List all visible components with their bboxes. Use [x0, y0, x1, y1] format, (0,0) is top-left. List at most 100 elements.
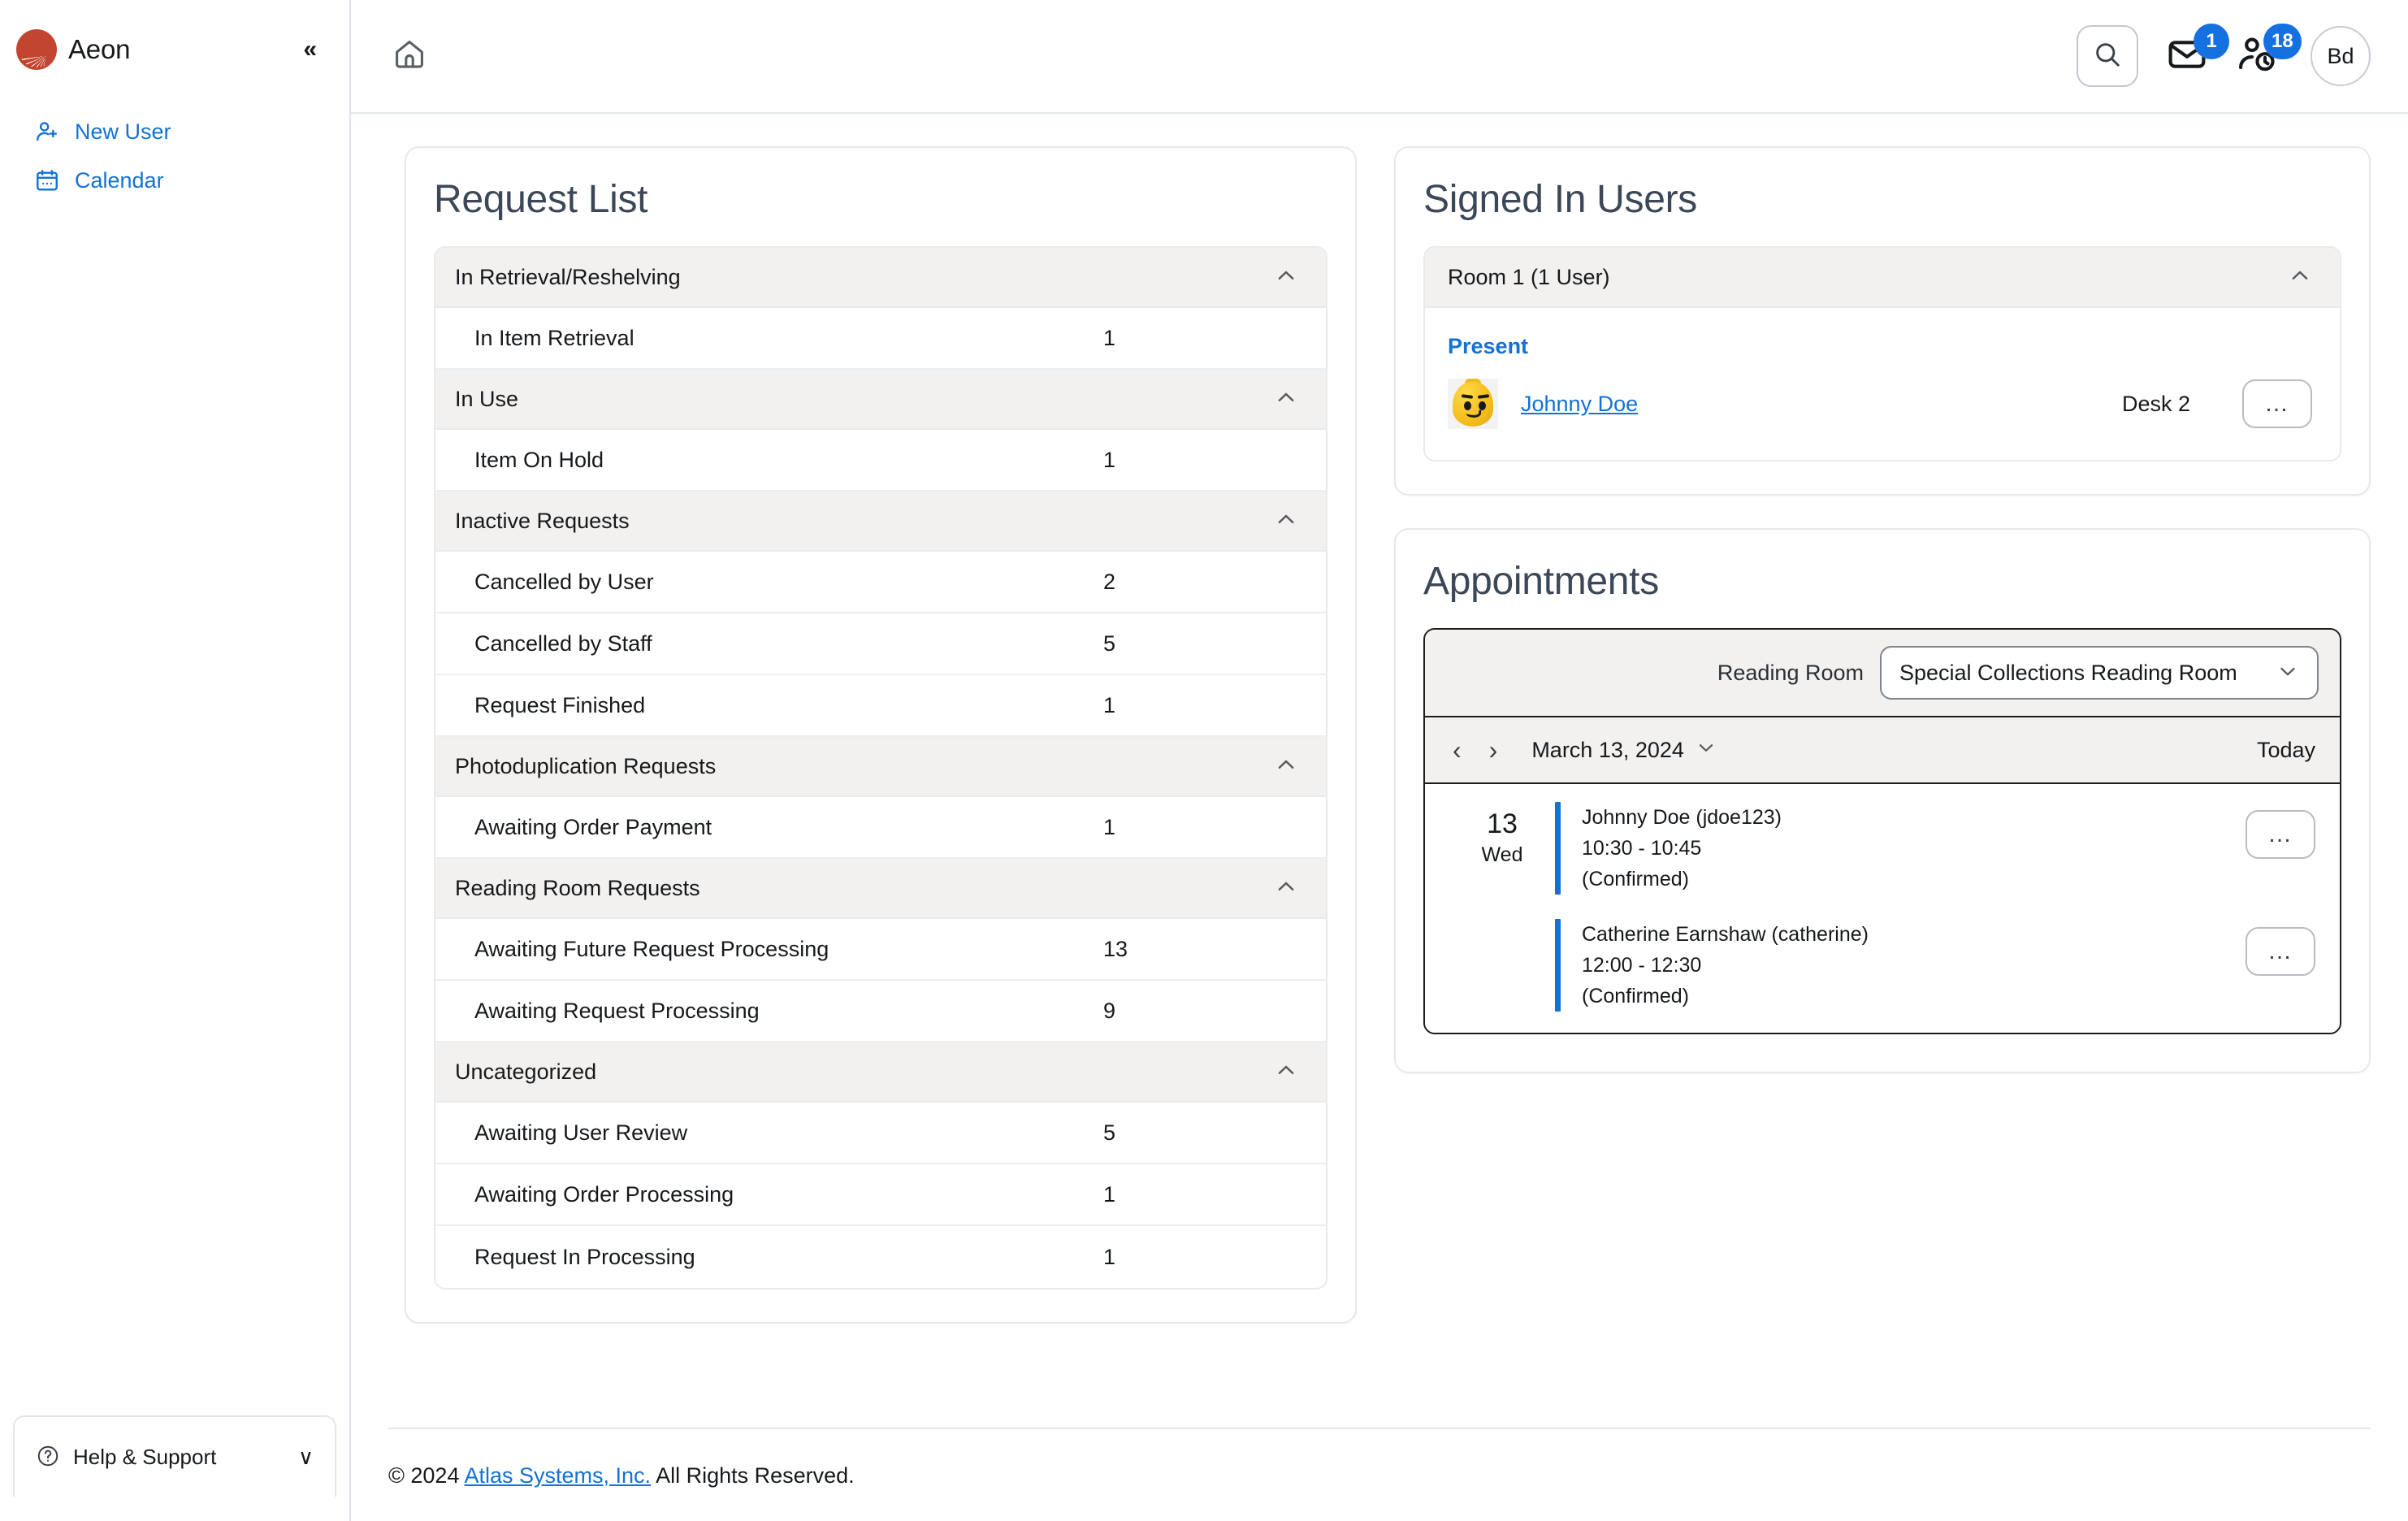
- request-list-card: Request List In Retrieval/Reshelving In …: [405, 146, 1357, 1324]
- row-count: 9: [1103, 998, 1116, 1023]
- row-count: 1: [1103, 692, 1116, 717]
- reading-room-selected-value: Special Collections Reading Room: [1899, 660, 2237, 685]
- row-label: Cancelled by User: [474, 569, 654, 594]
- list-item: Catherine Earnshaw (catherine) 12:00 - 1…: [1555, 919, 2315, 1012]
- appointment-time: 12:00 - 12:30: [1582, 954, 1702, 977]
- chevron-up-icon: [1274, 263, 1298, 292]
- table-row[interactable]: Cancelled by User 2: [435, 552, 1326, 613]
- sidebar-bottom: Help & Support ∨: [0, 1415, 349, 1521]
- home-button[interactable]: [387, 33, 432, 79]
- signed-in-users-card: Signed In Users Room 1 (1 User) Present: [1394, 146, 2371, 496]
- accordion-header-photoduplication-requests[interactable]: Photoduplication Requests: [435, 737, 1326, 797]
- accordion-header-uncategorized[interactable]: Uncategorized: [435, 1042, 1326, 1103]
- row-label: Awaiting Order Processing: [474, 1181, 734, 1207]
- user-actions-menu-button[interactable]: …: [2242, 379, 2312, 428]
- pending-users-button[interactable]: 18: [2236, 23, 2302, 80]
- chevron-up-icon: [2288, 263, 2312, 292]
- appointments-list: Johnny Doe (jdoe123) 10:30 - 10:45 (Conf…: [1555, 802, 2315, 1012]
- table-row[interactable]: Cancelled by Staff 5: [435, 613, 1326, 675]
- room-label: Room 1 (1 User): [1448, 264, 1610, 289]
- table-row[interactable]: Awaiting User Review 5: [435, 1103, 1326, 1164]
- user-avatar-button[interactable]: Bd: [2311, 26, 2371, 86]
- appointment-day-column: 13 Wed: [1449, 802, 1555, 1012]
- accordion-title: Inactive Requests: [455, 508, 630, 533]
- sidebar-collapse-button[interactable]: «: [295, 32, 325, 67]
- table-row[interactable]: Awaiting Request Processing 9: [435, 981, 1326, 1042]
- reading-room-label: Reading Room: [1717, 660, 1864, 685]
- appointment-status: (Confirmed): [1582, 985, 1689, 1008]
- row-count: 2: [1103, 569, 1116, 594]
- appointment-time: 10:30 - 10:45: [1582, 837, 1702, 860]
- home-icon: [392, 37, 427, 76]
- current-date-label: March 13, 2024: [1531, 737, 1684, 762]
- accordion-title: Uncategorized: [455, 1059, 597, 1084]
- signed-in-users-title: Signed In Users: [1423, 178, 1698, 221]
- search-icon: [2092, 39, 2123, 74]
- previous-day-button[interactable]: ‹: [1446, 735, 1468, 765]
- reading-room-select[interactable]: Special Collections Reading Room: [1880, 646, 2319, 700]
- messages-button[interactable]: 1: [2166, 23, 2229, 80]
- status-badge: Present: [1448, 334, 1529, 358]
- sidebar-nav: New User Calendar: [0, 99, 349, 205]
- table-row[interactable]: Item On Hold 1: [435, 430, 1326, 492]
- sidebar-item-new-user[interactable]: New User: [0, 107, 349, 156]
- appointments-card: Appointments Reading Room Special Collec…: [1394, 528, 2371, 1073]
- row-label: Cancelled by Staff: [474, 630, 652, 656]
- user-plus-icon: [34, 119, 60, 145]
- table-row[interactable]: Awaiting Order Payment 1: [435, 797, 1326, 859]
- date-picker-button[interactable]: March 13, 2024: [1531, 737, 1717, 764]
- table-row[interactable]: Awaiting Order Processing 1: [435, 1164, 1326, 1226]
- appointments-filter-row: Reading Room Special Collections Reading…: [1425, 630, 2340, 717]
- row-count: 1: [1103, 1181, 1116, 1207]
- sidebar-item-label: New User: [75, 119, 171, 144]
- request-list-column: Request List In Retrieval/Reshelving In …: [405, 146, 1357, 1324]
- accordion-header-inactive-requests[interactable]: Inactive Requests: [435, 492, 1326, 552]
- user-name-link[interactable]: Johnny Doe: [1521, 392, 1638, 417]
- day-number: 13: [1487, 808, 1518, 839]
- messages-badge: 1: [2194, 23, 2229, 59]
- calendar-icon: [34, 167, 60, 193]
- main-content: Request List In Retrieval/Reshelving In …: [351, 114, 2408, 1428]
- list-item: Johnny Doe Desk 2 …: [1448, 375, 2312, 437]
- atlas-systems-link[interactable]: Atlas Systems, Inc.: [464, 1463, 651, 1488]
- row-label: Awaiting Request Processing: [474, 998, 760, 1023]
- chevron-up-icon: [1274, 752, 1298, 781]
- help-and-support-button[interactable]: Help & Support ∨: [13, 1415, 336, 1497]
- next-day-button[interactable]: ›: [1483, 735, 1505, 765]
- appointment-actions-menu-button[interactable]: …: [2246, 927, 2315, 976]
- chevron-down-icon: [1696, 737, 1717, 764]
- copyright-text: © 2024 Atlas Systems, Inc. All Rights Re…: [388, 1463, 2371, 1488]
- appointments-title: Appointments: [1423, 560, 1659, 603]
- appointment-details: Catherine Earnshaw (catherine) 12:00 - 1…: [1582, 919, 2224, 1012]
- accordion-header-room-1[interactable]: Room 1 (1 User): [1425, 248, 2340, 308]
- appointment-color-bar: [1555, 919, 1561, 1012]
- table-row[interactable]: In Item Retrieval 1: [435, 308, 1326, 370]
- sidebar-item-calendar[interactable]: Calendar: [0, 156, 349, 205]
- appointments-body: 13 Wed Johnny Doe (jdoe123) 10:30 - 10:4…: [1425, 784, 2340, 1033]
- pending-users-badge: 18: [2263, 23, 2302, 59]
- page-title: Request List: [434, 178, 648, 221]
- copyright-suffix: All Rights Reserved.: [651, 1463, 855, 1488]
- row-label: Awaiting User Review: [474, 1120, 688, 1145]
- chevron-up-icon: [1274, 385, 1298, 414]
- appointment-actions-menu-button[interactable]: …: [2246, 810, 2315, 859]
- table-row[interactable]: Request Finished 1: [435, 675, 1326, 737]
- today-button[interactable]: Today: [2257, 738, 2315, 763]
- copyright-prefix: © 2024: [388, 1463, 465, 1488]
- brand-name: Aeon: [68, 34, 131, 64]
- appointment-user: Johnny Doe (jdoe123): [1582, 806, 1782, 829]
- question-circle-icon: [36, 1444, 62, 1470]
- search-button[interactable]: [2077, 25, 2138, 87]
- accordion-header-in-retrieval-reshelving[interactable]: In Retrieval/Reshelving: [435, 248, 1326, 308]
- appointment-color-bar: [1555, 802, 1561, 895]
- row-count: 13: [1103, 936, 1128, 961]
- accordion-header-reading-room-requests[interactable]: Reading Room Requests: [435, 859, 1326, 919]
- day-name: Wed: [1481, 843, 1523, 867]
- table-row[interactable]: Request In Processing 1: [435, 1226, 1326, 1288]
- accordion-header-in-use[interactable]: In Use: [435, 370, 1326, 430]
- accordion-title: In Use: [455, 386, 519, 411]
- chevron-up-icon: [1274, 1058, 1298, 1086]
- row-label: Awaiting Future Request Processing: [474, 936, 829, 961]
- table-row[interactable]: Awaiting Future Request Processing 13: [435, 919, 1326, 981]
- appointment-user: Catherine Earnshaw (catherine): [1582, 923, 1869, 946]
